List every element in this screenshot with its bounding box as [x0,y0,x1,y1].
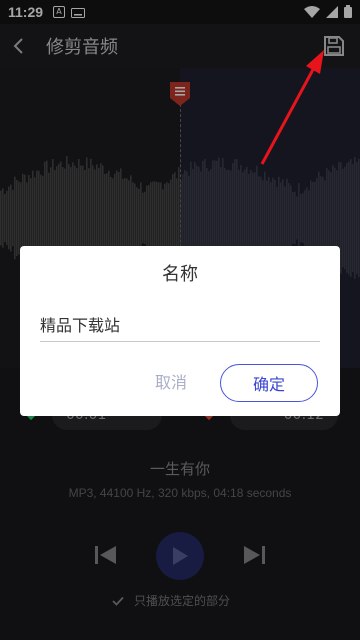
cancel-button[interactable]: 取消 [140,364,202,398]
dialog-title: 名称 [162,264,198,285]
confirm-button[interactable]: 确定 [220,364,318,402]
name-input[interactable] [40,306,320,342]
name-dialog: 名称 取消 确定 [20,246,340,416]
